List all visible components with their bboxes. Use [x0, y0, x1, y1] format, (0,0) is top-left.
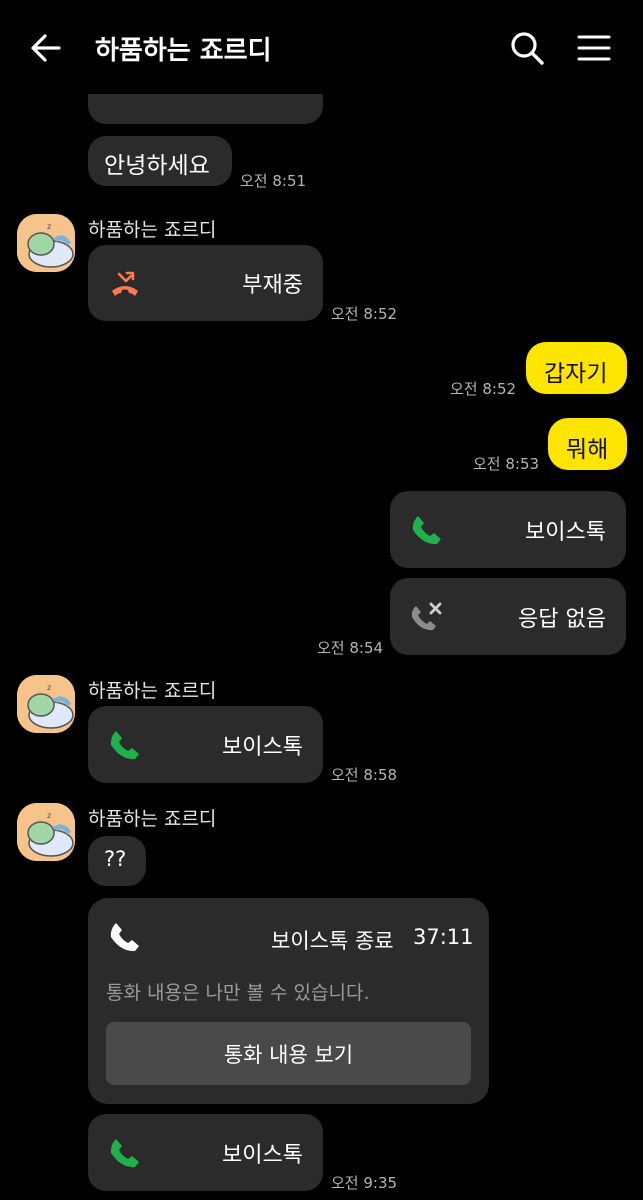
- voicetalk-bubble[interactable]: 보이스톡: [390, 491, 626, 568]
- no-answer-call-icon: [411, 602, 442, 630]
- no-answer-call-bubble[interactable]: 응답 없음: [390, 578, 626, 655]
- message-text: ??: [104, 847, 127, 871]
- hamburger-menu-icon: [577, 35, 611, 61]
- message-text: 뭐해: [566, 437, 609, 463]
- call-label: 보이스톡: [222, 1142, 303, 1168]
- search-icon: [511, 32, 544, 65]
- svg-text:z: z: [47, 811, 51, 820]
- missed-call-icon: [112, 271, 138, 296]
- jordy-sleeping-avatar-icon: z: [17, 675, 75, 733]
- back-button[interactable]: [24, 26, 68, 70]
- svg-text:z: z: [47, 222, 51, 231]
- sender-name: 하품하는 죠르디: [88, 680, 217, 702]
- call-label: 응답 없음: [518, 606, 606, 632]
- message-time: 오전 8:51: [240, 172, 307, 190]
- arrow-left-icon: [31, 34, 61, 62]
- outgoing-message-bubble[interactable]: 뭐해: [548, 418, 627, 470]
- message-time: 오전 8:54: [317, 639, 384, 657]
- message-time: 오전 8:52: [450, 380, 517, 398]
- call-duration: 37:11: [413, 925, 474, 949]
- chat-header: 하품하는 죠르디: [0, 0, 643, 94]
- chat-title: 하품하는 죠르디: [95, 36, 272, 66]
- jordy-sleeping-avatar-icon: z: [17, 803, 75, 861]
- call-note: 통화 내용은 나만 볼 수 있습니다.: [106, 982, 370, 1004]
- message-time: 오전 9:35: [331, 1174, 398, 1192]
- message-time: 오전 8:53: [473, 455, 540, 473]
- phone-icon: [110, 730, 139, 759]
- search-button[interactable]: [505, 26, 549, 70]
- svg-text:z: z: [47, 683, 51, 692]
- voicetalk-bubble[interactable]: 보이스톡: [88, 706, 323, 783]
- phone-icon: [110, 1138, 139, 1167]
- phone-icon: [412, 515, 441, 544]
- message-text: 갑자기: [544, 361, 608, 387]
- missed-call-bubble[interactable]: 부재중: [88, 245, 323, 321]
- call-label: 보이스톡: [525, 519, 606, 545]
- voicetalk-bubble[interactable]: 보이스톡: [88, 1114, 323, 1191]
- message-time: 오전 8:58: [331, 766, 398, 784]
- avatar[interactable]: z: [17, 803, 75, 861]
- message-text: 안녕하세요: [104, 153, 210, 179]
- avatar[interactable]: z: [17, 214, 75, 272]
- message-time: 오전 8:52: [331, 305, 398, 323]
- outgoing-message-bubble[interactable]: 갑자기: [526, 342, 627, 394]
- call-label: 부재중: [242, 273, 303, 298]
- avatar[interactable]: z: [17, 675, 75, 733]
- message-bubble[interactable]: 안녕하세요: [88, 136, 232, 186]
- call-ended-title: 보이스톡 종료: [271, 929, 394, 953]
- sender-name: 하품하는 죠르디: [88, 808, 217, 830]
- sender-name: 하품하는 죠르디: [88, 219, 217, 241]
- view-call-content-button[interactable]: 통화 내용 보기: [106, 1022, 471, 1085]
- phone-icon: [110, 923, 139, 952]
- jordy-sleeping-avatar-icon: z: [17, 214, 75, 272]
- call-label: 보이스톡: [222, 734, 303, 760]
- voicetalk-ended-card[interactable]: 보이스톡 종료 37:11 통화 내용은 나만 볼 수 있습니다. 통화 내용 …: [88, 898, 489, 1104]
- message-bubble[interactable]: ??: [88, 836, 146, 886]
- menu-button[interactable]: [572, 26, 616, 70]
